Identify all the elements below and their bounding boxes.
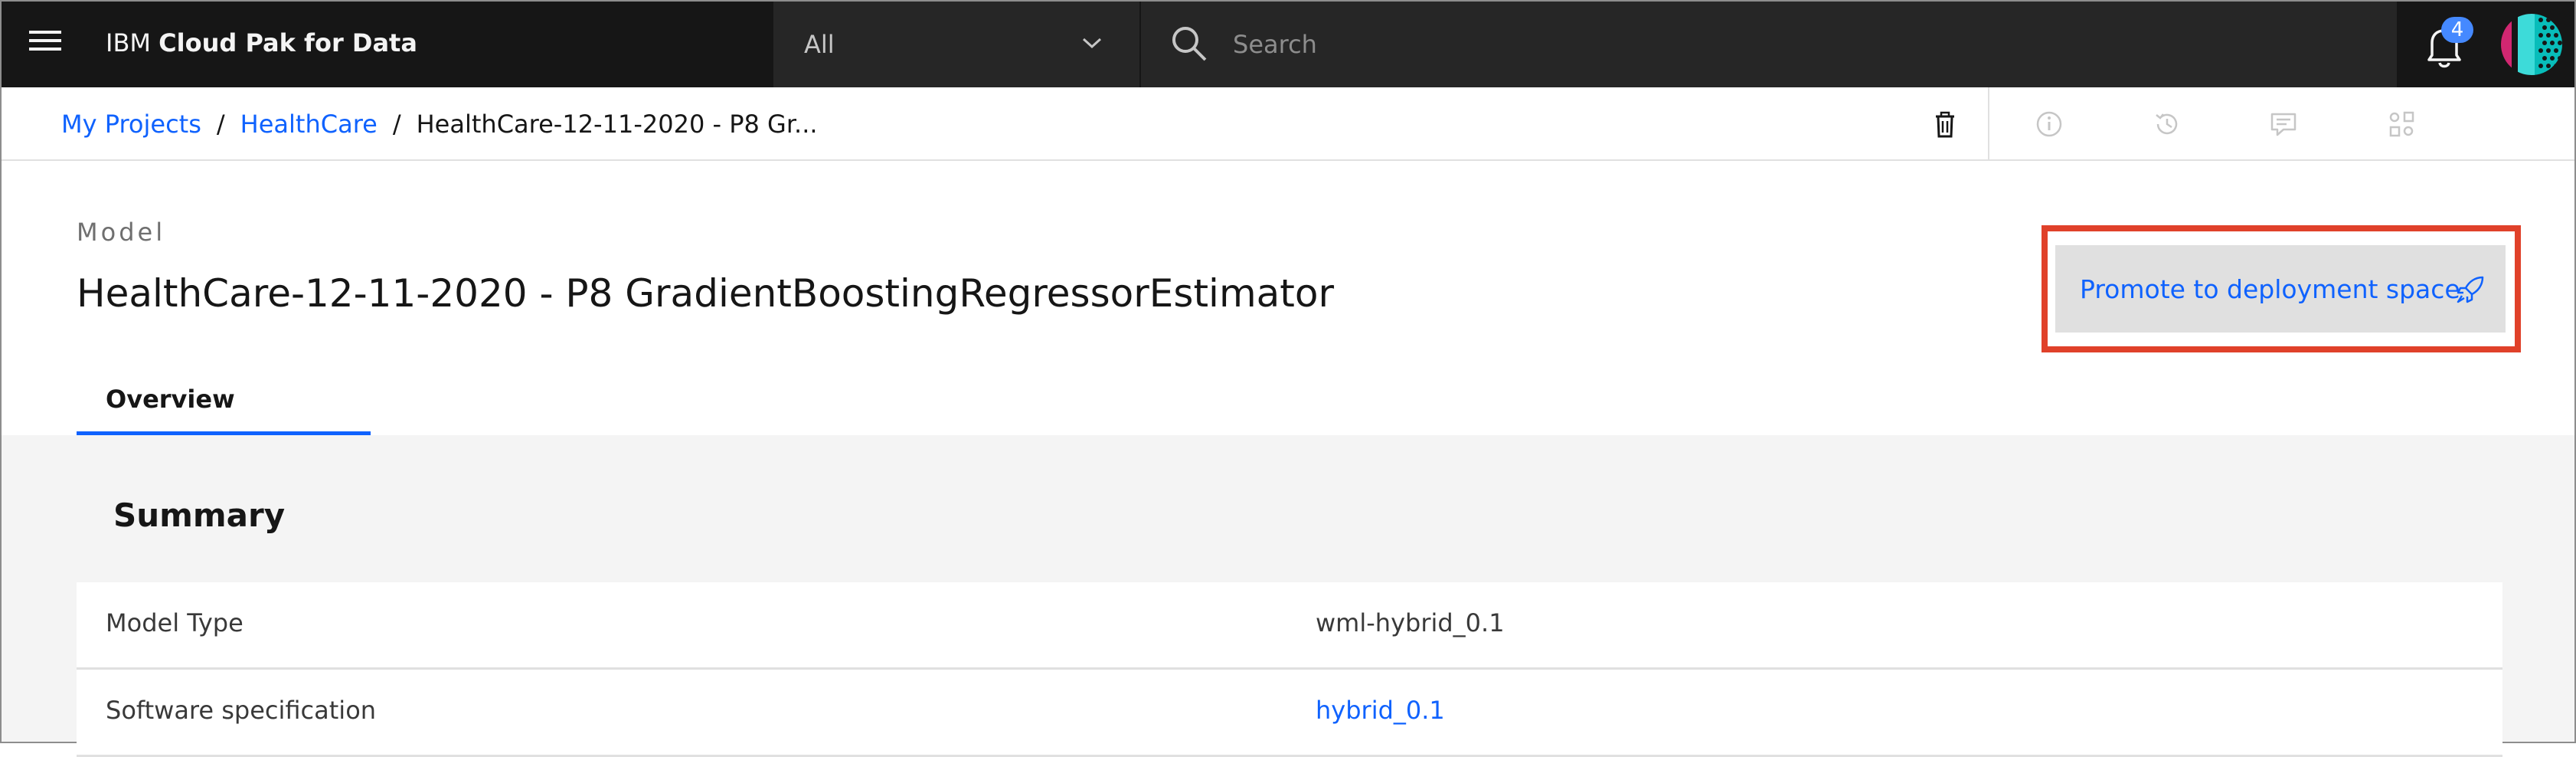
brand-prefix: IBM (106, 28, 151, 57)
row-value: wml-hybrid_0.1 (1316, 608, 1505, 637)
promote-to-deployment-space-button[interactable]: Promote to deployment space (2055, 245, 2506, 333)
asset-type-label: Model (77, 218, 166, 247)
table-row: Software specification hybrid_0.1 (77, 670, 2502, 757)
tab-overview-label: Overview (106, 385, 235, 414)
global-search (1141, 2, 2397, 87)
search-scope-dropdown[interactable]: All (773, 2, 1139, 87)
table-row: Model Type wml-hybrid_0.1 (77, 582, 2502, 670)
notification-count-badge: 4 (2441, 17, 2473, 43)
overview-content: Summary Model Type wml-hybrid_0.1 Softwa… (2, 435, 2574, 757)
comment-icon[interactable] (2268, 109, 2299, 139)
rocket-icon (2457, 276, 2484, 303)
top-nav-bar: IBM Cloud Pak for Data All 4 (2, 2, 2574, 87)
breadcrumb-healthcare[interactable]: HealthCare (240, 110, 378, 139)
search-icon (1172, 27, 1207, 61)
search-scope-value: All (804, 30, 835, 59)
breadcrumb-separator: / (392, 110, 401, 139)
summary-table: Model Type wml-hybrid_0.1 Software speci… (77, 582, 2502, 757)
row-key: Model Type (106, 608, 244, 637)
breadcrumb: My Projects / HealthCare / HealthCare-12-11-… (61, 107, 818, 141)
tab-overview[interactable]: Overview (77, 366, 371, 435)
apps-icon[interactable] (2386, 109, 2417, 139)
search-input[interactable] (1231, 21, 2303, 67)
breadcrumb-bar: My Projects / HealthCare / HealthCare-12-11-… (2, 87, 2574, 161)
information-icon[interactable] (2034, 109, 2064, 139)
chevron-down-icon (1082, 38, 1102, 49)
software-specification-link[interactable]: hybrid_0.1 (1316, 696, 1445, 725)
summary-heading: Summary (113, 496, 286, 534)
notifications-button[interactable]: 4 (2415, 17, 2473, 75)
promote-button-label: Promote to deployment space (2080, 274, 2460, 304)
menu-icon[interactable] (29, 31, 61, 55)
avatar[interactable] (2499, 12, 2564, 77)
breadcrumb-current: HealthCare-12-11-2020 - P8 Gr... (416, 110, 818, 139)
breadcrumb-separator: / (216, 110, 225, 139)
user-avatar-icon (2501, 14, 2562, 75)
breadcrumb-my-projects[interactable]: My Projects (61, 110, 201, 139)
delete-icon[interactable] (1930, 109, 1960, 139)
row-key: Software specification (106, 696, 377, 725)
toolbar-divider (1988, 87, 1989, 161)
product-name[interactable]: IBM Cloud Pak for Data (106, 25, 417, 61)
page-title: HealthCare-12-11-2020 - P8 GradientBoost… (77, 271, 1335, 316)
history-icon[interactable] (2152, 109, 2182, 139)
brand-name: Cloud Pak for Data (159, 28, 417, 57)
